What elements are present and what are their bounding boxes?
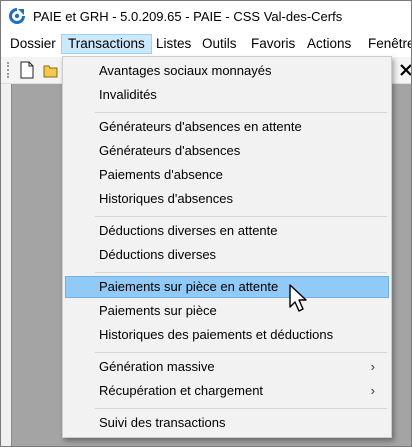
menu-item-paiements-piece-attente[interactable]: Paiements sur pièce en attente	[65, 276, 389, 298]
menu-listes[interactable]: Listes	[150, 34, 197, 54]
menu-actions[interactable]: Actions	[301, 34, 357, 54]
menu-item-recuperation-chargement[interactable]: Récupération et chargement ›	[65, 380, 389, 402]
menu-outils[interactable]: Outils	[196, 34, 243, 54]
menu-separator	[95, 352, 387, 353]
new-document-icon[interactable]	[19, 61, 35, 79]
toolbar-grip[interactable]	[7, 62, 11, 78]
menu-fenetre[interactable]: Fenêtre	[362, 34, 411, 54]
menu-item-suivi-transactions[interactable]: Suivi des transactions	[65, 412, 389, 434]
menu-separator	[95, 408, 387, 409]
menu-transactions[interactable]: Transactions	[61, 34, 152, 54]
menu-separator	[95, 216, 387, 217]
menu-dossier[interactable]: Dossier	[4, 34, 62, 54]
menu-item-paiements-piece[interactable]: Paiements sur pièce	[65, 300, 389, 322]
menu-favoris[interactable]: Favoris	[245, 34, 301, 54]
app-logo-icon	[9, 8, 25, 24]
menu-item-invalidites[interactable]: Invalidités	[65, 84, 389, 106]
open-folder-icon[interactable]	[43, 61, 59, 79]
mouse-pointer-icon	[289, 284, 307, 312]
menu-item-generation-massive[interactable]: Génération massive ›	[65, 356, 389, 378]
menu-item-avantages-sociaux[interactable]: Avantages sociaux monnayés	[65, 60, 389, 82]
menu-item-deductions-diverses-attente[interactable]: Déductions diverses en attente	[65, 220, 389, 242]
transactions-dropdown: Avantages sociaux monnayés Invalidités G…	[62, 56, 392, 438]
application-window: PAIE et GRH - 5.0.209.65 - PAIE - CSS Va…	[0, 0, 412, 447]
window-title: PAIE et GRH - 5.0.209.65 - PAIE - CSS Va…	[33, 9, 343, 24]
title-bar: PAIE et GRH - 5.0.209.65 - PAIE - CSS Va…	[1, 1, 411, 31]
menu-item-historiques-paiements-deductions[interactable]: Historiques des paiements et déductions	[65, 324, 389, 346]
menu-item-label: Génération massive	[99, 359, 215, 374]
menu-item-generateurs-absences[interactable]: Générateurs d'absences	[65, 140, 389, 162]
menu-bar: Dossier Transactions Listes Outils Favor…	[1, 32, 411, 56]
menu-separator	[95, 272, 387, 273]
menu-item-deductions-diverses[interactable]: Déductions diverses	[65, 244, 389, 266]
menu-item-generateurs-absences-attente[interactable]: Générateurs d'absences en attente	[65, 116, 389, 138]
close-x-icon[interactable]	[398, 61, 412, 79]
submenu-arrow-icon: ›	[370, 359, 375, 374]
menu-item-paiements-absence[interactable]: Paiements d'absence	[65, 164, 389, 186]
menu-item-historiques-absences[interactable]: Historiques d'absences	[65, 188, 389, 210]
menu-separator	[95, 112, 387, 113]
menu-item-label: Récupération et chargement	[99, 383, 264, 398]
left-panel-edge	[1, 84, 12, 446]
submenu-arrow-icon: ›	[370, 383, 375, 398]
